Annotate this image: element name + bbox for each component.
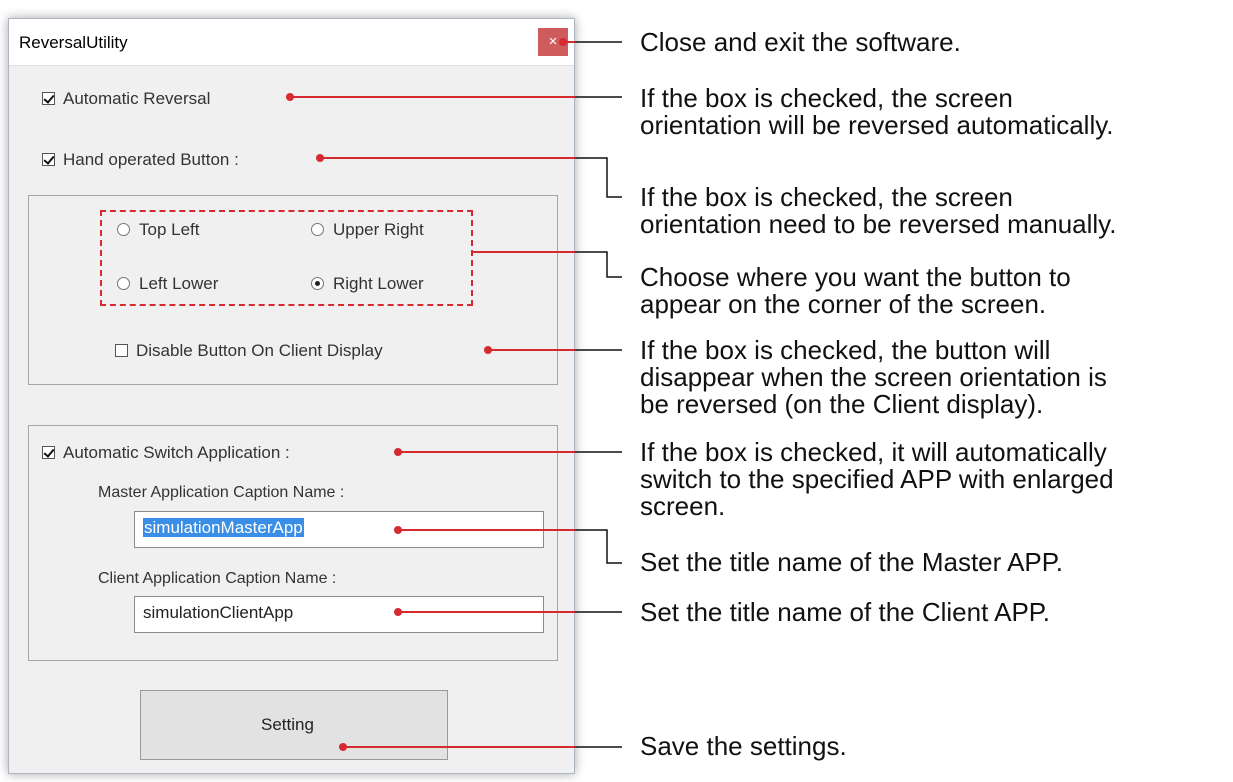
annotation-close: Close and exit the software. bbox=[640, 27, 961, 57]
callout-dot bbox=[339, 743, 347, 751]
callout-dot bbox=[394, 608, 402, 616]
callout-dot bbox=[559, 38, 567, 46]
annotation-corner-choice: Choose where you want the button to appe… bbox=[640, 262, 1071, 319]
callout-dot bbox=[394, 448, 402, 456]
black-leader-lines bbox=[575, 41, 622, 748]
annotation-save: Save the settings. bbox=[640, 731, 847, 761]
red-leader-lines bbox=[290, 41, 575, 748]
callout-dot bbox=[484, 346, 492, 354]
annotation-client-caption: Set the title name of the Client APP. bbox=[640, 597, 1050, 627]
annotation-disable-button: If the box is checked, the button will d… bbox=[640, 335, 1107, 419]
callout-dot bbox=[394, 526, 402, 534]
annotation-hand-operated: If the box is checked, the screen orient… bbox=[640, 182, 1117, 239]
annotation-master-caption: Set the title name of the Master APP. bbox=[640, 547, 1063, 577]
annotation-automatic-reversal: If the box is checked, the screen orient… bbox=[640, 83, 1114, 140]
callout-dot bbox=[316, 154, 324, 162]
annotation-auto-switch: If the box is checked, it will automatic… bbox=[640, 437, 1114, 521]
callout-dot bbox=[286, 93, 294, 101]
